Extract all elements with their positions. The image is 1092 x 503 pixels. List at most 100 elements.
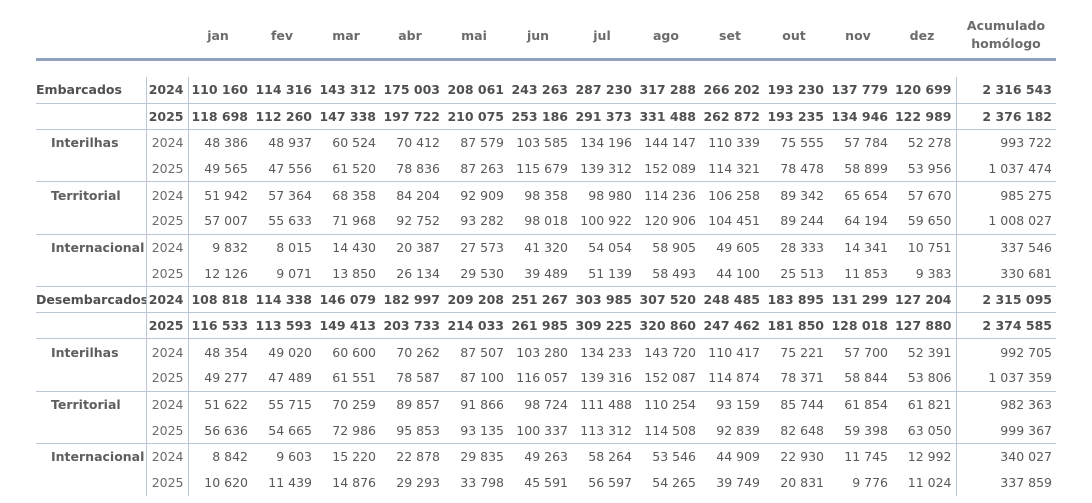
- month-value-cell: 65 654: [844, 187, 888, 203]
- row-year: 2025: [146, 155, 189, 183]
- month-value-cell: 116 057: [508, 365, 572, 392]
- month-value-cell: 51 622: [204, 397, 248, 413]
- month-value-cell: 110 254: [644, 397, 696, 413]
- table-row: 2025 49 277 47 489 61 551 78 587 87 100 116 05…: [36, 365, 1056, 392]
- month-value-cell: 92 839: [700, 417, 764, 445]
- month-value-cell: 103 585: [516, 135, 568, 151]
- month-value-cell: 331 488: [636, 103, 700, 130]
- month-value-cell: 209 208: [444, 286, 508, 314]
- row-label: [36, 155, 147, 183]
- month-value-cell: 320 860: [636, 312, 700, 340]
- month-value-cell: 114 321: [700, 155, 764, 183]
- month-value-cell: 317 288: [636, 77, 700, 104]
- month-value-cell: 57 670: [907, 187, 952, 203]
- row-label: Internacional: [36, 443, 147, 470]
- month-value-cell: 139 316: [572, 365, 636, 392]
- month-value-cell: 118 698: [188, 103, 252, 130]
- month-value-cell: 44 909: [716, 449, 760, 465]
- row-label: Internacional: [36, 234, 147, 261]
- month-value-cell: 78 478: [764, 155, 828, 183]
- month-value-cell: 89 857: [396, 397, 440, 413]
- header-month: set: [719, 27, 741, 43]
- month-value-cell: 11 024: [907, 475, 952, 491]
- header-month: jun: [526, 27, 550, 43]
- month-value-cell: 197 722: [380, 103, 444, 130]
- row-year: 2025: [146, 417, 189, 445]
- month-value-cell: 181 850: [764, 312, 828, 340]
- header-month: jul: [593, 27, 611, 43]
- row-year: 2025: [146, 207, 189, 235]
- row-year: 2024: [146, 129, 189, 156]
- accumulated-value-cell: 1 037 359: [955, 365, 1056, 392]
- month-value-cell: 13 850: [316, 260, 380, 288]
- month-value-cell: 75 221: [780, 344, 824, 360]
- month-value-cell: 143 720: [644, 344, 696, 360]
- month-value-cell: 137 779: [828, 77, 892, 104]
- month-value-cell: 29 530: [444, 260, 508, 288]
- month-value-cell: 128 018: [828, 312, 892, 340]
- month-value-cell: 63 050: [892, 417, 956, 445]
- accumulated-value-cell: 337 546: [955, 234, 1056, 261]
- table-row: Internacional 2024 9 832 8 015 14 430 20 387 2…: [36, 234, 1056, 261]
- month-value-cell: 9 776: [852, 475, 888, 491]
- month-value-cell: 47 556: [252, 155, 316, 183]
- header-month: fev: [270, 27, 294, 43]
- table-row: 2025 57 007 55 633 71 968 92 752 93 282 98 018…: [36, 207, 1056, 235]
- table-row: 2025 116 533 113 593 149 413 203 733 214 033 2…: [36, 312, 1056, 340]
- month-value-cell: 134 946: [828, 103, 892, 130]
- month-value-cell: 116 533: [188, 312, 252, 340]
- month-value-cell: 251 267: [508, 286, 572, 314]
- accumulated-value-cell: 999 367: [955, 417, 1056, 445]
- month-value-cell: 10 751: [907, 239, 952, 255]
- month-value-cell: 182 997: [380, 286, 444, 314]
- table-body: Embarcados 2024 110 160 114 316 143 312 175 0…: [36, 77, 1056, 496]
- header-year-cell: [146, 12, 188, 60]
- month-value-cell: 20 387: [396, 239, 440, 255]
- month-value-cell: 98 018: [508, 207, 572, 235]
- month-value-cell: 214 033: [444, 312, 508, 340]
- month-value-cell: 26 134: [380, 260, 444, 288]
- month-value-cell: 29 293: [396, 475, 440, 491]
- month-value-cell: 100 922: [572, 207, 636, 235]
- month-value-cell: 98 980: [588, 187, 632, 203]
- month-value-cell: 122 989: [892, 103, 956, 130]
- month-value-cell: 139 312: [572, 155, 636, 183]
- month-value-cell: 12 126: [188, 260, 252, 288]
- month-value-cell: 248 485: [700, 286, 764, 314]
- month-value-cell: 193 230: [764, 77, 828, 104]
- row-label: [36, 469, 147, 496]
- month-value-cell: 54 265: [652, 475, 696, 491]
- month-value-cell: 56 636: [188, 417, 252, 445]
- month-value-cell: 92 752: [380, 207, 444, 235]
- month-value-cell: 48 386: [204, 135, 248, 151]
- row-year: 2025: [146, 312, 189, 340]
- month-value-cell: 208 061: [444, 77, 508, 104]
- month-value-cell: 57 700: [844, 344, 888, 360]
- month-value-cell: 75 555: [780, 135, 824, 151]
- month-value-cell: 100 337: [508, 417, 572, 445]
- row-label: [36, 365, 147, 392]
- month-value-cell: 60 524: [332, 135, 376, 151]
- header-accumulated-line2: homólogo: [971, 36, 1041, 51]
- month-value-cell: 87 507: [460, 344, 504, 360]
- month-value-cell: 54 665: [252, 417, 316, 445]
- month-value-cell: 127 204: [892, 286, 956, 314]
- month-value-cell: 58 905: [652, 239, 696, 255]
- header-month: nov: [845, 27, 871, 43]
- month-value-cell: 143 312: [316, 77, 380, 104]
- month-value-cell: 108 818: [188, 286, 252, 314]
- month-value-cell: 52 391: [907, 344, 952, 360]
- accumulated-value-cell: 985 275: [955, 181, 1056, 208]
- month-value-cell: 78 587: [380, 365, 444, 392]
- month-value-cell: 120 699: [892, 77, 956, 104]
- month-value-cell: 49 565: [188, 155, 252, 183]
- month-value-cell: 210 075: [444, 103, 508, 130]
- row-label: [36, 312, 147, 340]
- row-label: Desembarcados: [36, 286, 147, 314]
- month-value-cell: 103 280: [516, 344, 568, 360]
- month-value-cell: 152 087: [636, 365, 700, 392]
- table-row: 2025 118 698 112 260 147 338 197 722 210 075 2…: [36, 103, 1056, 130]
- month-value-cell: 87 579: [460, 135, 504, 151]
- month-value-cell: 291 373: [572, 103, 636, 130]
- month-value-cell: 307 520: [636, 286, 700, 314]
